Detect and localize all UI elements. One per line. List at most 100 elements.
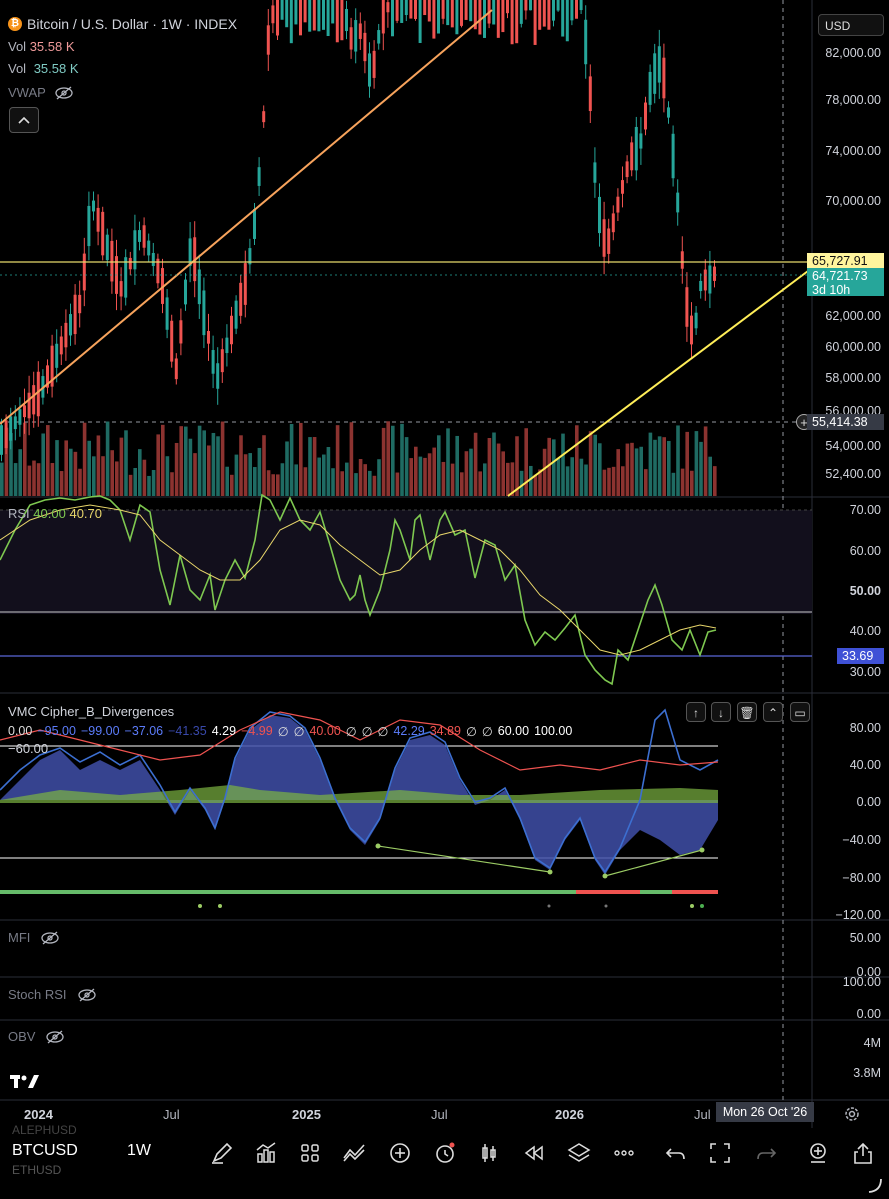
volume-bar	[598, 443, 602, 496]
symbol-legend[interactable]: ₿ Bitcoin / U.S. Dollar · 1W · INDEX	[8, 16, 237, 32]
add-icon[interactable]	[387, 1140, 413, 1166]
chart-canvas[interactable]	[0, 0, 889, 1128]
high-price-tag: 65,727.91	[807, 253, 884, 269]
candle-body	[13, 416, 17, 430]
volume-bar	[326, 447, 331, 496]
undo-icon[interactable]	[663, 1140, 689, 1166]
volume-bar	[32, 460, 36, 496]
time-label: 2024	[24, 1107, 53, 1122]
volume-bar	[400, 423, 404, 496]
volume-bar	[492, 432, 496, 496]
mfi-legend[interactable]: MFI	[8, 930, 60, 945]
volume-bar	[36, 463, 41, 496]
candle-body	[299, 0, 302, 36]
candle-body	[634, 126, 638, 171]
fullscreen-icon[interactable]	[707, 1140, 733, 1166]
candle-body	[285, 0, 289, 28]
candle-body	[128, 257, 132, 270]
candle-body	[386, 2, 390, 13]
candle-body	[377, 30, 381, 44]
vmc-axis-label: 80.00	[849, 721, 881, 735]
volume-bar	[648, 432, 653, 496]
currency-select[interactable]: USD	[818, 14, 884, 36]
collapse-legend-button[interactable]	[9, 107, 39, 133]
alert-icon[interactable]	[432, 1140, 458, 1166]
volume-bar	[427, 453, 432, 496]
symbol-prev[interactable]: ALEPHUSD	[12, 1123, 77, 1137]
symbol-button[interactable]: BTCUSD	[12, 1142, 78, 1160]
candle-body	[483, 0, 486, 38]
candle-body	[395, 0, 399, 21]
share-icon[interactable]	[850, 1140, 876, 1166]
grid-icon[interactable]	[297, 1140, 323, 1166]
eye-off-icon[interactable]	[40, 931, 60, 945]
vmc-legend[interactable]: VMC Cipher_B_Divergences	[8, 704, 174, 719]
volume-bar	[59, 471, 64, 496]
replay-icon[interactable]	[521, 1140, 547, 1166]
volume-bar	[27, 465, 32, 496]
price-label: 74,000.00	[825, 144, 881, 158]
volume-bar	[519, 470, 524, 496]
time-label: Jul	[694, 1107, 711, 1122]
candle-body	[308, 0, 312, 32]
candle-body	[404, 0, 408, 16]
stoch-legend[interactable]: Stoch RSI	[8, 987, 97, 1002]
candle-body	[253, 209, 256, 239]
settings-icon[interactable]	[843, 1105, 861, 1123]
volume-bar	[170, 472, 174, 496]
volume-bar	[381, 427, 386, 496]
volume-bar	[73, 451, 78, 496]
candle-body	[538, 0, 542, 30]
volume-bar	[308, 437, 312, 496]
collapse-indicator-button[interactable]: ⌃	[763, 702, 783, 722]
more-icon[interactable]	[611, 1140, 637, 1166]
candle-body	[565, 0, 569, 42]
volume-bar	[41, 433, 45, 496]
rsi-legend[interactable]: RSI 40.00 40.70	[8, 506, 102, 521]
candle-body	[506, 0, 509, 14]
layers-icon[interactable]	[566, 1140, 592, 1166]
move-up-button[interactable]: ↑	[686, 702, 706, 722]
volume-bar	[363, 464, 367, 496]
chart-type-icon[interactable]	[476, 1140, 502, 1166]
candle-body	[92, 200, 95, 212]
eye-off-icon[interactable]	[77, 988, 97, 1002]
vmc-value-neg60: −60.00	[8, 741, 49, 756]
volume-bar	[78, 468, 82, 496]
volume-bar	[101, 456, 105, 496]
compare-icon[interactable]	[341, 1140, 367, 1166]
draw-icon[interactable]	[209, 1140, 235, 1166]
watchlist-icon[interactable]	[805, 1140, 831, 1166]
volume-bar	[179, 426, 183, 496]
indicators-icon[interactable]	[253, 1140, 279, 1166]
redo-icon[interactable]	[753, 1140, 779, 1166]
volume-bar	[50, 463, 55, 496]
vol-legend-1[interactable]: Vol 35.58 K	[8, 39, 75, 54]
eye-off-icon[interactable]	[54, 86, 74, 100]
candle-body	[584, 19, 588, 65]
vwap-legend[interactable]: VWAP	[8, 85, 74, 100]
candle-body	[312, 0, 316, 31]
volume-bar	[552, 439, 556, 496]
candle-body	[69, 314, 72, 336]
volume-bar	[207, 445, 211, 496]
symbol-next[interactable]: ETHUSD	[12, 1163, 61, 1177]
candle-body	[119, 281, 123, 297]
volume-bar	[446, 428, 450, 496]
candle-body	[170, 320, 174, 362]
eye-off-icon[interactable]	[45, 1030, 65, 1044]
candle-body	[317, 0, 321, 32]
move-down-button[interactable]: ↓	[711, 702, 731, 722]
resize-handle[interactable]	[866, 1176, 884, 1194]
volume-bar	[257, 447, 262, 496]
maximize-indicator-button[interactable]: ▭	[790, 702, 810, 722]
candle-body	[211, 350, 215, 374]
obv-legend[interactable]: OBV	[8, 1029, 65, 1044]
vmc-axis-label: −80.00	[842, 871, 881, 885]
volume-bar	[69, 448, 73, 496]
candle-body	[556, 0, 560, 11]
delete-indicator-button[interactable]: 🗑	[737, 702, 757, 722]
candle-body	[694, 312, 698, 329]
vol-legend-2[interactable]: Vol 35.58 K	[8, 61, 79, 76]
interval-button[interactable]: 1W	[127, 1142, 151, 1160]
